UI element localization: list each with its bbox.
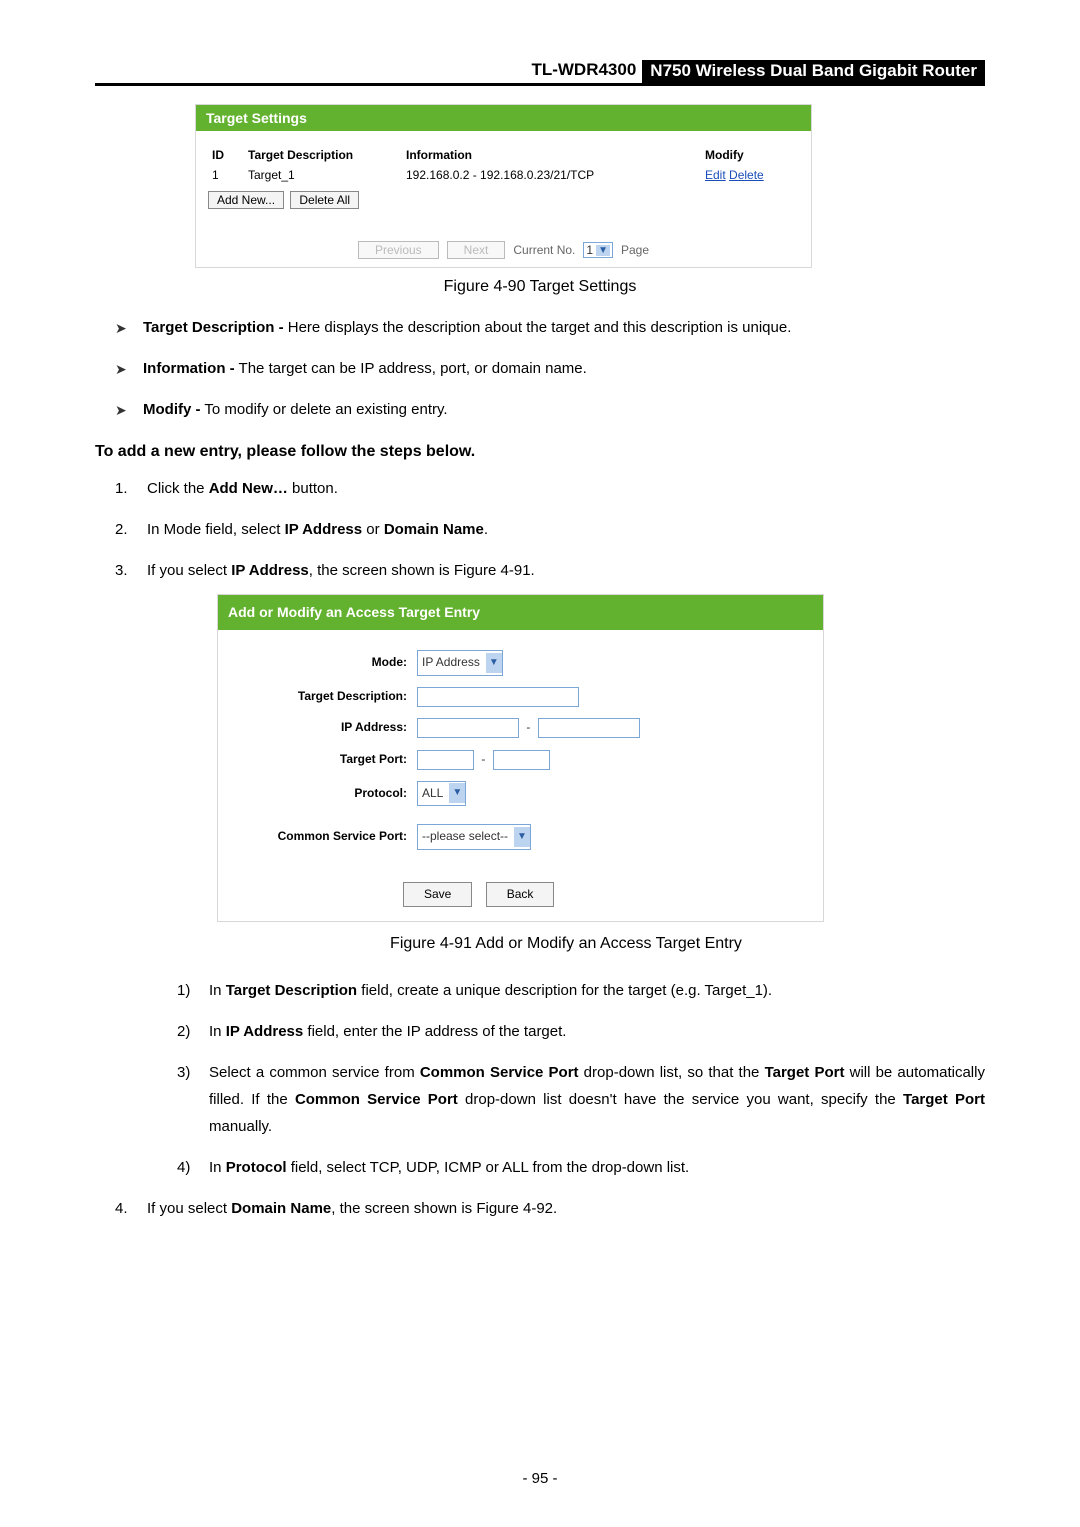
list-item: 1.Click the Add New… button.: [115, 475, 985, 502]
arrow-icon: ➤: [115, 316, 127, 341]
header-model: TL-WDR4300: [531, 60, 636, 79]
ip-start-input[interactable]: [417, 718, 519, 738]
port-end-input[interactable]: [493, 750, 550, 770]
instructions-heading: To add a new entry, please follow the st…: [95, 443, 985, 461]
target-description-label: Target Description:: [232, 686, 417, 708]
delete-all-button[interactable]: Delete All: [290, 191, 359, 209]
chevron-down-icon: ▼: [486, 653, 502, 673]
port-start-input[interactable]: [417, 750, 474, 770]
figure-91-caption: Figure 4-91 Add or Modify an Access Targ…: [147, 930, 985, 959]
substeps-list: 1)In Target Description field, create a …: [177, 977, 985, 1181]
list-item: ➤Target Description - Here displays the …: [115, 314, 985, 341]
page-label: Page: [621, 243, 649, 257]
range-separator: -: [477, 752, 489, 766]
protocol-select[interactable]: ALL ▼: [417, 781, 466, 807]
list-item: 2.In Mode field, select IP Address or Do…: [115, 516, 985, 543]
next-button[interactable]: Next: [447, 241, 506, 259]
edit-link[interactable]: Edit: [705, 168, 726, 182]
mode-select[interactable]: IP Address ▼: [417, 650, 503, 676]
table-row: 1 Target_1 192.168.0.2 - 192.168.0.23/21…: [208, 165, 799, 185]
back-button[interactable]: Back: [486, 882, 555, 908]
list-item: 2)In IP Address field, enter the IP addr…: [177, 1018, 985, 1045]
definitions-list: ➤Target Description - Here displays the …: [115, 314, 985, 423]
protocol-label: Protocol:: [232, 783, 417, 805]
current-no-label: Current No.: [513, 243, 575, 257]
list-item: ➤Information - The target can be IP addr…: [115, 355, 985, 382]
list-item: ➤Modify - To modify or delete an existin…: [115, 396, 985, 423]
steps-list: 1.Click the Add New… button. 2.In Mode f…: [115, 475, 985, 1222]
row-id: 1: [208, 165, 244, 185]
pagination: Previous Next Current No. 1 ▼ Page: [196, 227, 811, 267]
list-item: 3.If you select IP Address, the screen s…: [115, 557, 985, 1181]
range-separator: -: [522, 720, 534, 734]
add-new-button[interactable]: Add New...: [208, 191, 284, 209]
col-desc: Target Description: [244, 145, 402, 165]
col-id: ID: [208, 145, 244, 165]
chevron-down-icon: ▼: [449, 783, 465, 803]
list-item: 1)In Target Description field, create a …: [177, 977, 985, 1004]
col-info: Information: [402, 145, 701, 165]
chevron-down-icon: ▼: [514, 827, 530, 847]
target-settings-panel: Target Settings ID Target Description In…: [195, 104, 812, 268]
page-header: TL-WDR4300 N750 Wireless Dual Band Gigab…: [95, 60, 985, 86]
arrow-icon: ➤: [115, 357, 127, 382]
chevron-down-icon: ▼: [596, 245, 610, 256]
page-number: - 95 -: [0, 1470, 1080, 1487]
row-info: 192.168.0.2 - 192.168.0.23/21/TCP: [402, 165, 701, 185]
add-modify-title: Add or Modify an Access Target Entry: [218, 595, 823, 630]
header-product: N750 Wireless Dual Band Gigabit Router: [642, 60, 985, 83]
figure-90-caption: Figure 4-90 Target Settings: [95, 278, 985, 296]
list-item: 3)Select a common service from Common Se…: [177, 1059, 985, 1140]
target-description-input[interactable]: [417, 687, 579, 707]
save-button[interactable]: Save: [403, 882, 472, 908]
mode-label: Mode:: [232, 652, 417, 674]
target-settings-title: Target Settings: [196, 105, 811, 131]
common-service-port-select[interactable]: --please select-- ▼: [417, 824, 531, 850]
target-port-label: Target Port:: [232, 749, 417, 771]
common-service-port-label: Common Service Port:: [232, 826, 417, 848]
target-settings-table: ID Target Description Information Modify…: [208, 145, 799, 185]
arrow-icon: ➤: [115, 398, 127, 423]
list-item: 4.If you select Domain Name, the screen …: [115, 1195, 985, 1222]
list-item: 4)In Protocol field, select TCP, UDP, IC…: [177, 1154, 985, 1181]
ip-address-label: IP Address:: [232, 717, 417, 739]
delete-link[interactable]: Delete: [729, 168, 764, 182]
add-modify-panel: Add or Modify an Access Target Entry Mod…: [217, 594, 824, 922]
col-modify: Modify: [701, 145, 799, 165]
previous-button[interactable]: Previous: [358, 241, 439, 259]
ip-end-input[interactable]: [538, 718, 640, 738]
current-no-select[interactable]: 1 ▼: [583, 242, 613, 258]
row-desc: Target_1: [244, 165, 402, 185]
